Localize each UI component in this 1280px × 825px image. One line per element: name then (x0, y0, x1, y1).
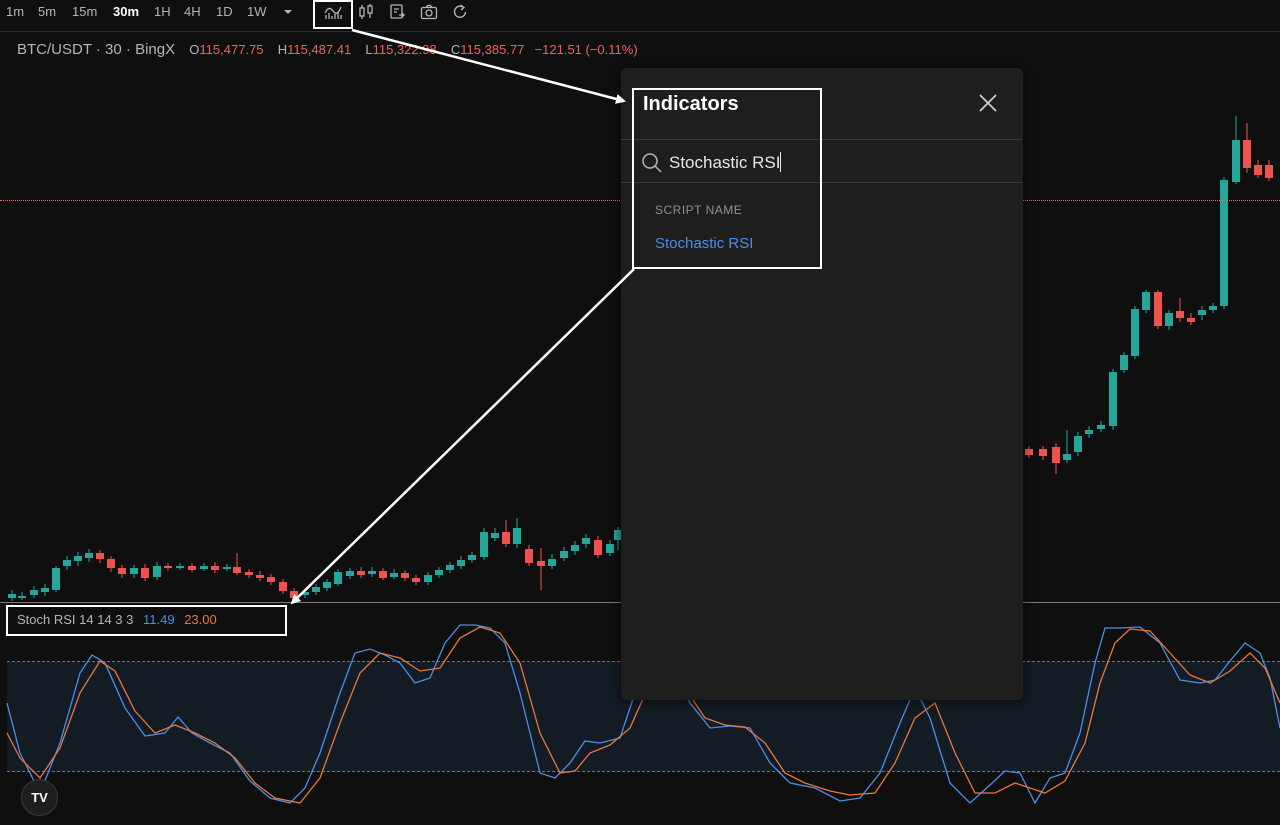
candle-body (130, 568, 138, 574)
candle-body (223, 567, 231, 569)
candle-body (1142, 292, 1150, 310)
candle-body (188, 566, 196, 570)
candle-body (435, 570, 443, 575)
candle-body (312, 587, 320, 592)
candle-body (301, 592, 309, 595)
candle-body (491, 533, 499, 538)
high-value: 115,487.41 (287, 42, 352, 57)
candle-body (401, 573, 409, 578)
candle-body (153, 566, 161, 577)
candle-body (1198, 310, 1206, 315)
candle-body (96, 553, 104, 559)
candle-body (1085, 430, 1093, 434)
candle-body (1265, 165, 1273, 178)
candle-body (118, 568, 126, 574)
candle-body (8, 594, 16, 598)
candle-body (1109, 372, 1117, 426)
candle-body (560, 551, 568, 558)
candle-body (256, 575, 264, 578)
candle-body (1165, 313, 1173, 326)
candle-body (18, 596, 26, 598)
close-value: 115,385.77 (460, 42, 525, 57)
candle-body (346, 571, 354, 576)
candle-body (279, 582, 287, 591)
candle-body (1039, 449, 1047, 456)
candle-body (582, 538, 590, 544)
high-label: H (277, 42, 288, 57)
candle-body (63, 560, 71, 566)
candle-body (323, 582, 331, 588)
tradingview-logo[interactable]: TV (21, 779, 58, 816)
candle-body (1187, 318, 1195, 322)
candle-body (1232, 140, 1240, 182)
candle-body (480, 532, 488, 557)
candle-body (1176, 311, 1184, 318)
candle-body (85, 553, 93, 558)
candle-body (379, 571, 387, 578)
candle-body (41, 588, 49, 592)
candle-body (548, 559, 556, 566)
candle-body (176, 566, 184, 568)
candle-body (412, 578, 420, 582)
candle-body (446, 565, 454, 570)
candle-body (52, 568, 60, 590)
candle-body (525, 549, 533, 563)
candle-body (606, 544, 614, 553)
candle-body (1131, 309, 1139, 356)
candle-body (1254, 165, 1262, 175)
candle-body (1209, 306, 1217, 310)
candle-body (334, 572, 342, 584)
close-label: C (450, 42, 461, 57)
candle-body (357, 571, 365, 575)
candle-body (107, 559, 115, 568)
candle-body (537, 561, 545, 566)
candle-body (245, 572, 253, 575)
change-value: −121.51 (−0.11%) (534, 42, 638, 57)
open-label: O (189, 42, 200, 57)
symbol-title[interactable]: BTC/USDT · 30 · BingX (17, 41, 175, 58)
dialog-highlight-box (632, 88, 822, 269)
candle-body (1243, 140, 1251, 168)
candle-body (74, 556, 82, 561)
open-value: 115,477.75 (199, 42, 264, 57)
candle-body (141, 568, 149, 578)
candle-body (1220, 180, 1228, 306)
candle-body (1120, 355, 1128, 370)
symbol-legend: BTC/USDT · 30 · BingX O115,477.75 H115,4… (17, 41, 638, 58)
candle-body (1025, 449, 1033, 455)
candle-body (457, 560, 465, 566)
candle-body (1052, 447, 1060, 463)
candle-body (290, 591, 298, 598)
candle-body (1097, 425, 1105, 429)
candle-body (513, 528, 521, 544)
candle-body (502, 532, 510, 544)
candle-body (1063, 454, 1071, 460)
candle-body (164, 566, 172, 568)
candle-body (200, 566, 208, 569)
candle-body (1154, 292, 1162, 326)
candle-body (30, 590, 38, 595)
low-label: L (365, 42, 373, 57)
stoch-legend-highlight-box (6, 605, 287, 636)
candle-body (267, 577, 275, 582)
candle-body (1074, 436, 1082, 452)
candle-body (390, 573, 398, 577)
low-value: 115,322.98 (372, 42, 437, 57)
close-icon[interactable] (977, 92, 999, 114)
candle-body (594, 540, 602, 555)
candle-body (468, 555, 476, 560)
candle-body (424, 575, 432, 582)
candle-body (233, 567, 241, 573)
candle-body (211, 566, 219, 570)
candle-body (368, 571, 376, 574)
candle-body (571, 545, 579, 551)
logo-text: TV (31, 790, 48, 805)
